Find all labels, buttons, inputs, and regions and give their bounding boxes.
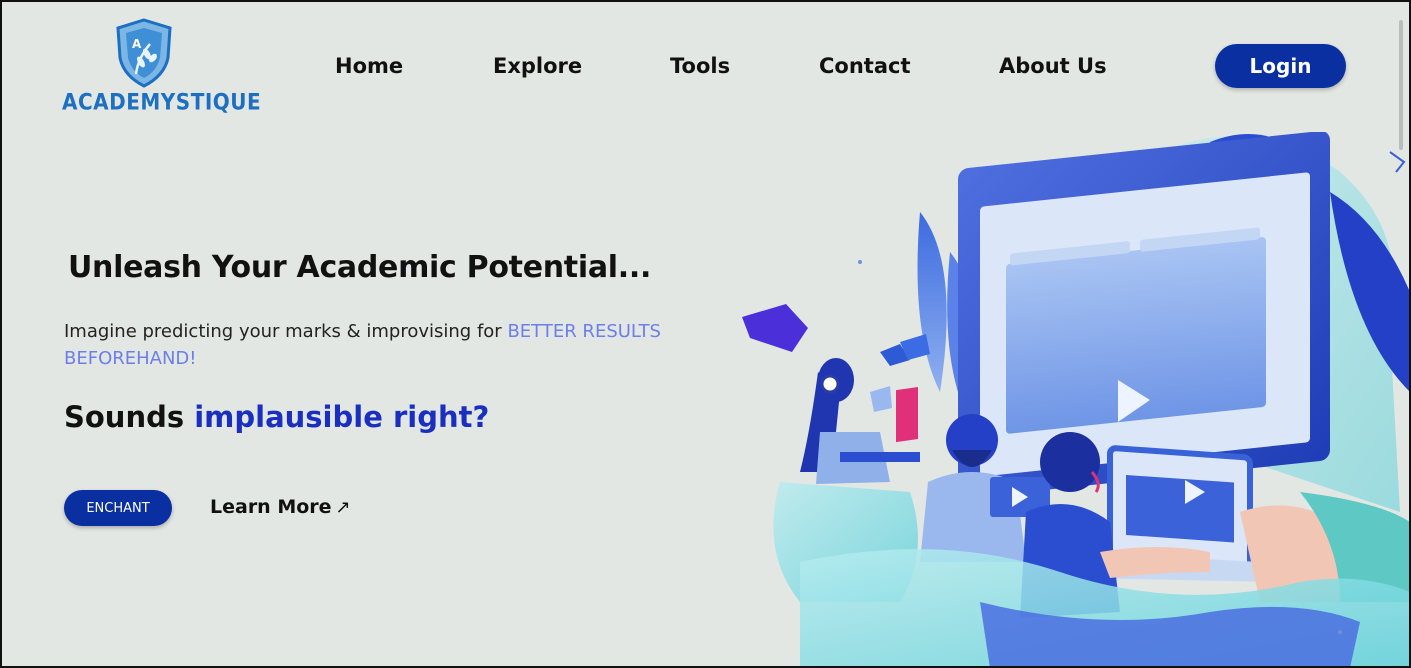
nav-home[interactable]: Home bbox=[335, 54, 403, 78]
monitor-icon bbox=[958, 132, 1330, 499]
nav-tools[interactable]: Tools bbox=[670, 54, 730, 78]
scrollbar[interactable] bbox=[1399, 20, 1403, 150]
hero-question: Sounds implausible right? bbox=[64, 400, 489, 434]
student-woman-illustration bbox=[800, 358, 920, 484]
book-icon bbox=[870, 386, 892, 412]
learn-more-label: Learn More bbox=[210, 496, 332, 518]
login-button[interactable]: Login bbox=[1215, 44, 1346, 88]
enchant-button[interactable]: ENCHANT bbox=[64, 490, 172, 526]
hero-illustration bbox=[742, 132, 1409, 666]
brand-name: ACADEMYSTIQUE bbox=[62, 88, 262, 116]
learn-more-link[interactable]: Learn More ↗ bbox=[210, 496, 351, 518]
nav-explore[interactable]: Explore bbox=[493, 54, 582, 78]
hero-question-accent: implausible right? bbox=[194, 400, 490, 434]
hero-description-text: Imagine predicting your marks & improvis… bbox=[64, 321, 508, 342]
sparkle-dot bbox=[1338, 630, 1342, 634]
leaf-icon bbox=[917, 212, 947, 392]
hero-description: Imagine predicting your marks & improvis… bbox=[64, 318, 684, 372]
sparkle-dot bbox=[858, 260, 862, 264]
brand-logo[interactable]: A ACADEMYSTIQUE bbox=[60, 16, 261, 126]
svg-text:A: A bbox=[132, 37, 142, 51]
nav-about-us[interactable]: About Us bbox=[999, 54, 1107, 78]
shield-emblem-icon: A bbox=[116, 18, 172, 88]
chevron-right-icon bbox=[1389, 151, 1406, 173]
page-frame: A ACADEMYSTIQUE Home Explore Tools Conta… bbox=[0, 0, 1411, 668]
nav-contact[interactable]: Contact bbox=[819, 54, 911, 78]
arrow-up-right-icon: ↗ bbox=[335, 497, 351, 518]
hero-question-text: Sounds bbox=[64, 400, 195, 434]
hexagon-shape bbox=[742, 304, 808, 352]
hero-title: Unleash Your Academic Potential... bbox=[68, 250, 652, 285]
